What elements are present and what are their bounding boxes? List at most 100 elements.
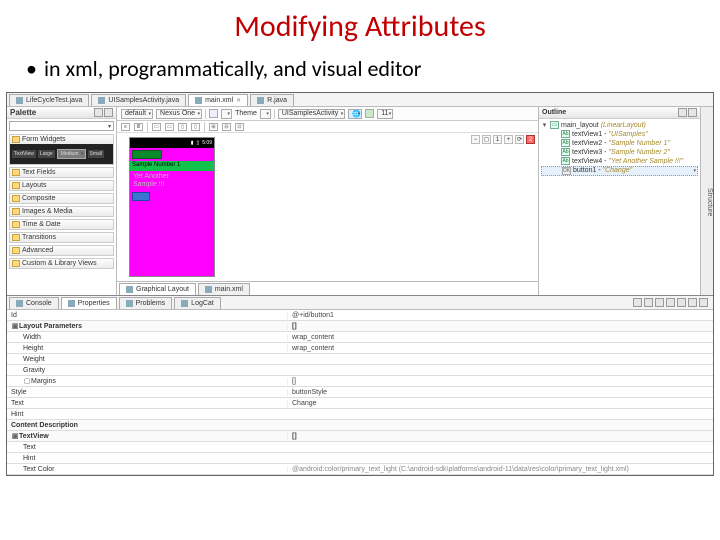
minimize-icon[interactable] [688,298,697,307]
day-night-selector[interactable] [221,109,232,119]
outline-sort-icon[interactable] [678,108,687,117]
tab-logcat[interactable]: LogCat [174,297,221,309]
props-tool-icon[interactable] [655,298,664,307]
palette-panel: Palette Form Widgets TextView Large Medi… [7,107,117,295]
prop-row-weight[interactable]: Weight [7,354,713,365]
tab-lifecycle[interactable]: LifeCycleTest.java [9,94,89,106]
prop-row-textcolor[interactable]: Text Color@android:color/primary_text_li… [7,464,713,475]
tree-node-textview4[interactable]: AbtextView4 - "Yet Another Sample !!!" [541,157,698,166]
prop-row-style[interactable]: StylebuttonStyle [7,387,713,398]
xml-file-icon [205,286,212,293]
zoom-fit-icon[interactable]: ◻ [482,135,491,144]
outline-menu-icon[interactable] [688,108,697,117]
layout-icon[interactable]: ▯ [191,123,200,131]
palette-group-images-media[interactable]: Images & Media [9,206,114,217]
palette-group-custom[interactable]: Custom & Library Views [9,258,114,269]
align-icon[interactable]: ≣ [134,123,143,131]
props-tool-icon[interactable] [666,298,675,307]
tab-uisamples[interactable]: UISamplesActivity.java [91,94,186,106]
tree-node-textview1[interactable]: AbtextView1 - "UISamples" [541,130,698,139]
outline-panel: Outline ▾▭main_layout (LinearLayout) Abt… [538,107,700,295]
widget-medium[interactable]: Medium [57,149,86,159]
orientation-icon[interactable] [209,109,218,118]
folder-icon [12,221,20,228]
zoom-actual-icon[interactable]: 1 [493,135,502,144]
palette-menu-icon[interactable] [104,108,113,117]
layout-icon[interactable]: ▭ [152,123,161,131]
api-selector[interactable]: 11 [377,109,393,119]
tab-graphical-layout[interactable]: Graphical Layout [119,283,196,295]
tree-node-root[interactable]: ▾▭main_layout (LinearLayout) [541,121,698,130]
error-icon[interactable]: 2 [526,135,535,144]
locale-selector[interactable]: 🌐 [348,109,362,119]
widget-large[interactable]: Large [38,150,55,158]
close-icon[interactable]: ✕ [236,97,241,104]
palette-group-transitions[interactable]: Transitions [9,232,114,243]
align-icon[interactable]: ≡ [121,123,130,131]
distribute-icon[interactable]: ⊞ [209,123,218,131]
props-tool-icon[interactable] [644,298,653,307]
layout-icon[interactable]: ▭ [165,123,174,131]
prop-row-text[interactable]: TextChange [7,398,713,409]
distribute-icon[interactable]: ⊡ [235,123,244,131]
palette-group-layouts[interactable]: Layouts [9,180,114,191]
preview-button1[interactable] [132,150,162,159]
tab-rjava[interactable]: R.java [250,94,294,106]
slide-title: Modifying Attributes [0,0,720,49]
tab-problems[interactable]: Problems [119,297,173,309]
preview-textview4[interactable]: Yet AnotherSample !!! [130,171,214,190]
tree-node-button1[interactable]: OKbutton1 - "Change" [541,166,698,176]
widget-textview[interactable]: TextView [12,150,36,158]
battery-icon: ▯ [197,140,200,146]
prop-row-layout-params[interactable]: ▣Layout Parameters[] [7,321,713,332]
maximize-icon[interactable] [699,298,708,307]
prop-row-textview-sect[interactable]: ▣TextView[] [7,431,713,442]
tab-mainxml[interactable]: main.xml✕ [188,94,248,106]
problems-icon [126,300,133,307]
structure-rail[interactable]: Structure [700,107,713,295]
preview-change-button[interactable] [132,192,150,201]
layout-canvas[interactable]: − ◻ 1 + ⟳ 2 ▮ ▯ 5:09 Sample Number 1 [117,133,538,281]
canvas-column: default Nexus One Theme UISamplesActivit… [117,107,538,295]
activity-selector[interactable]: UISamplesActivity [278,109,345,119]
palette-group-composite[interactable]: Composite [9,193,114,204]
canvas-toolbar-2: ≡ ≣ ▭ ▭ ▯ ▯ ⊞ ⊟ ⊡ [117,121,538,133]
tab-properties[interactable]: Properties [61,297,117,309]
tree-node-textview2[interactable]: AbtextView2 - "Sample Number 1" [541,139,698,148]
tab-label: LifeCycleTest.java [26,97,82,104]
prop-row-width[interactable]: Widthwrap_content [7,332,713,343]
prop-row-hint2[interactable]: Hint [7,453,713,464]
config-selector[interactable]: default [121,109,153,119]
prop-row-text2[interactable]: Text [7,442,713,453]
widget-small[interactable]: Small [88,150,105,158]
palette-filter-dropdown[interactable] [9,121,114,131]
zoom-in-icon[interactable]: + [504,135,513,144]
layout-icon[interactable]: ▯ [178,123,187,131]
props-tool-icon[interactable] [677,298,686,307]
preview-textview2[interactable]: Sample Number 1 [130,161,214,171]
palette-view-icon[interactable] [94,108,103,117]
palette-group-form-widgets[interactable]: Form Widgets TextView Large Medium Small [9,134,114,165]
palette-group-time-date[interactable]: Time & Date [9,219,114,230]
tree-node-textview3[interactable]: AbtextView3 - "Sample Number 2" [541,148,698,157]
properties-panel: Console Properties Problems LogCat Id@+i… [7,295,713,475]
tab-console[interactable]: Console [9,297,59,309]
group-label: Advanced [22,247,53,254]
theme-selector[interactable] [260,109,271,119]
group-label: Transitions [22,234,56,241]
props-tool-icon[interactable] [633,298,642,307]
tab-xml-source[interactable]: main.xml [198,283,250,295]
prop-row-gravity[interactable]: Gravity [7,365,713,376]
distribute-icon[interactable]: ⊟ [222,123,231,131]
zoom-out-icon[interactable]: − [471,135,480,144]
prop-row-id[interactable]: Id@+id/button1 [7,310,713,321]
palette-group-text-fields[interactable]: Text Fields [9,167,114,178]
refresh-icon[interactable]: ⟳ [515,135,524,144]
palette-group-advanced[interactable]: Advanced [9,245,114,256]
prop-row-height[interactable]: Heightwrap_content [7,343,713,354]
device-selector[interactable]: Nexus One [156,109,202,119]
prop-row-hint[interactable]: Hint [7,409,713,420]
prop-row-margins[interactable]: ▢Margins[] [7,376,713,387]
prop-row-content-desc[interactable]: Content Description [7,420,713,431]
device-preview[interactable]: ▮ ▯ 5:09 Sample Number 1 Yet AnotherSamp… [129,137,215,277]
